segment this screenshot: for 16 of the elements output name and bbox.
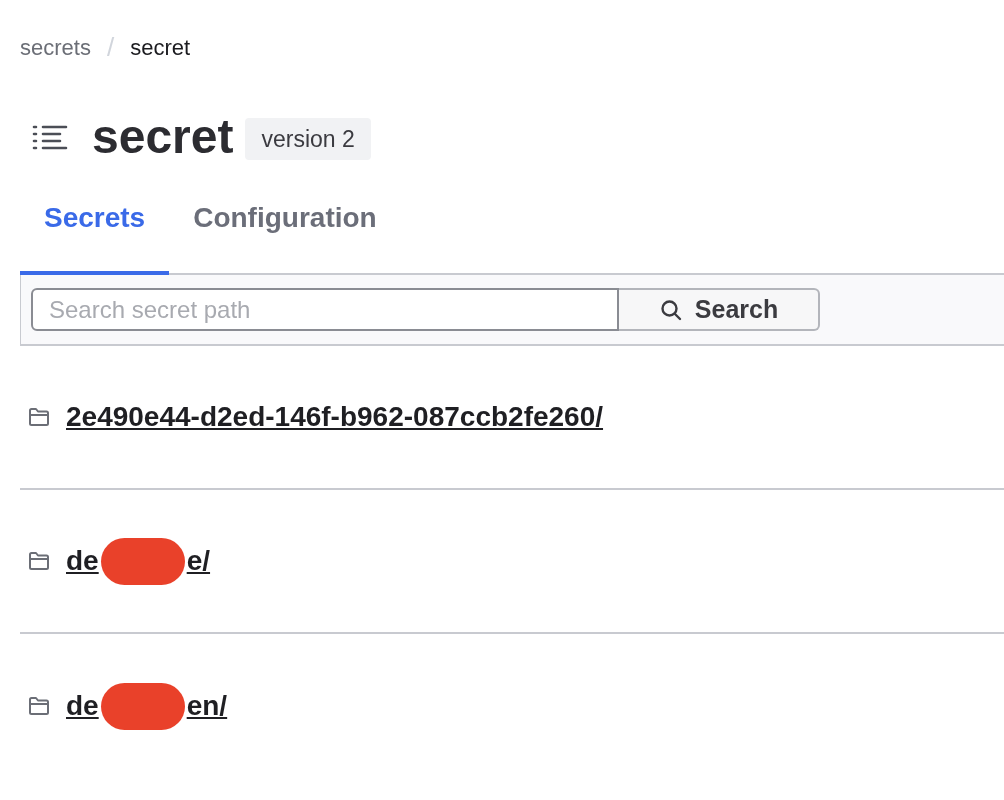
folder-link[interactable]: 2e490e44-d2ed-146f-b962-087ccb2fe260/ <box>66 396 604 438</box>
breadcrumb-link[interactable]: secret <box>130 31 191 64</box>
folder-icon <box>28 551 50 571</box>
breadcrumb-separator: / <box>106 31 115 64</box>
version-badge: version 2 <box>245 117 371 161</box>
search-icon <box>658 297 683 322</box>
list-icon[interactable] <box>32 123 68 151</box>
folder-link[interactable]: de e/ <box>66 537 211 585</box>
breadcrumb-link[interactable]: secrets <box>20 31 91 64</box>
tab[interactable]: Configuration <box>169 197 401 275</box>
folder-link[interactable]: de en/ <box>66 682 228 730</box>
page-title: secret <box>92 113 234 161</box>
folder-icon <box>28 696 50 716</box>
search-button[interactable]: Search <box>619 288 820 331</box>
search-field[interactable]: Search secret path <box>31 288 619 331</box>
folder-icon <box>28 407 50 427</box>
